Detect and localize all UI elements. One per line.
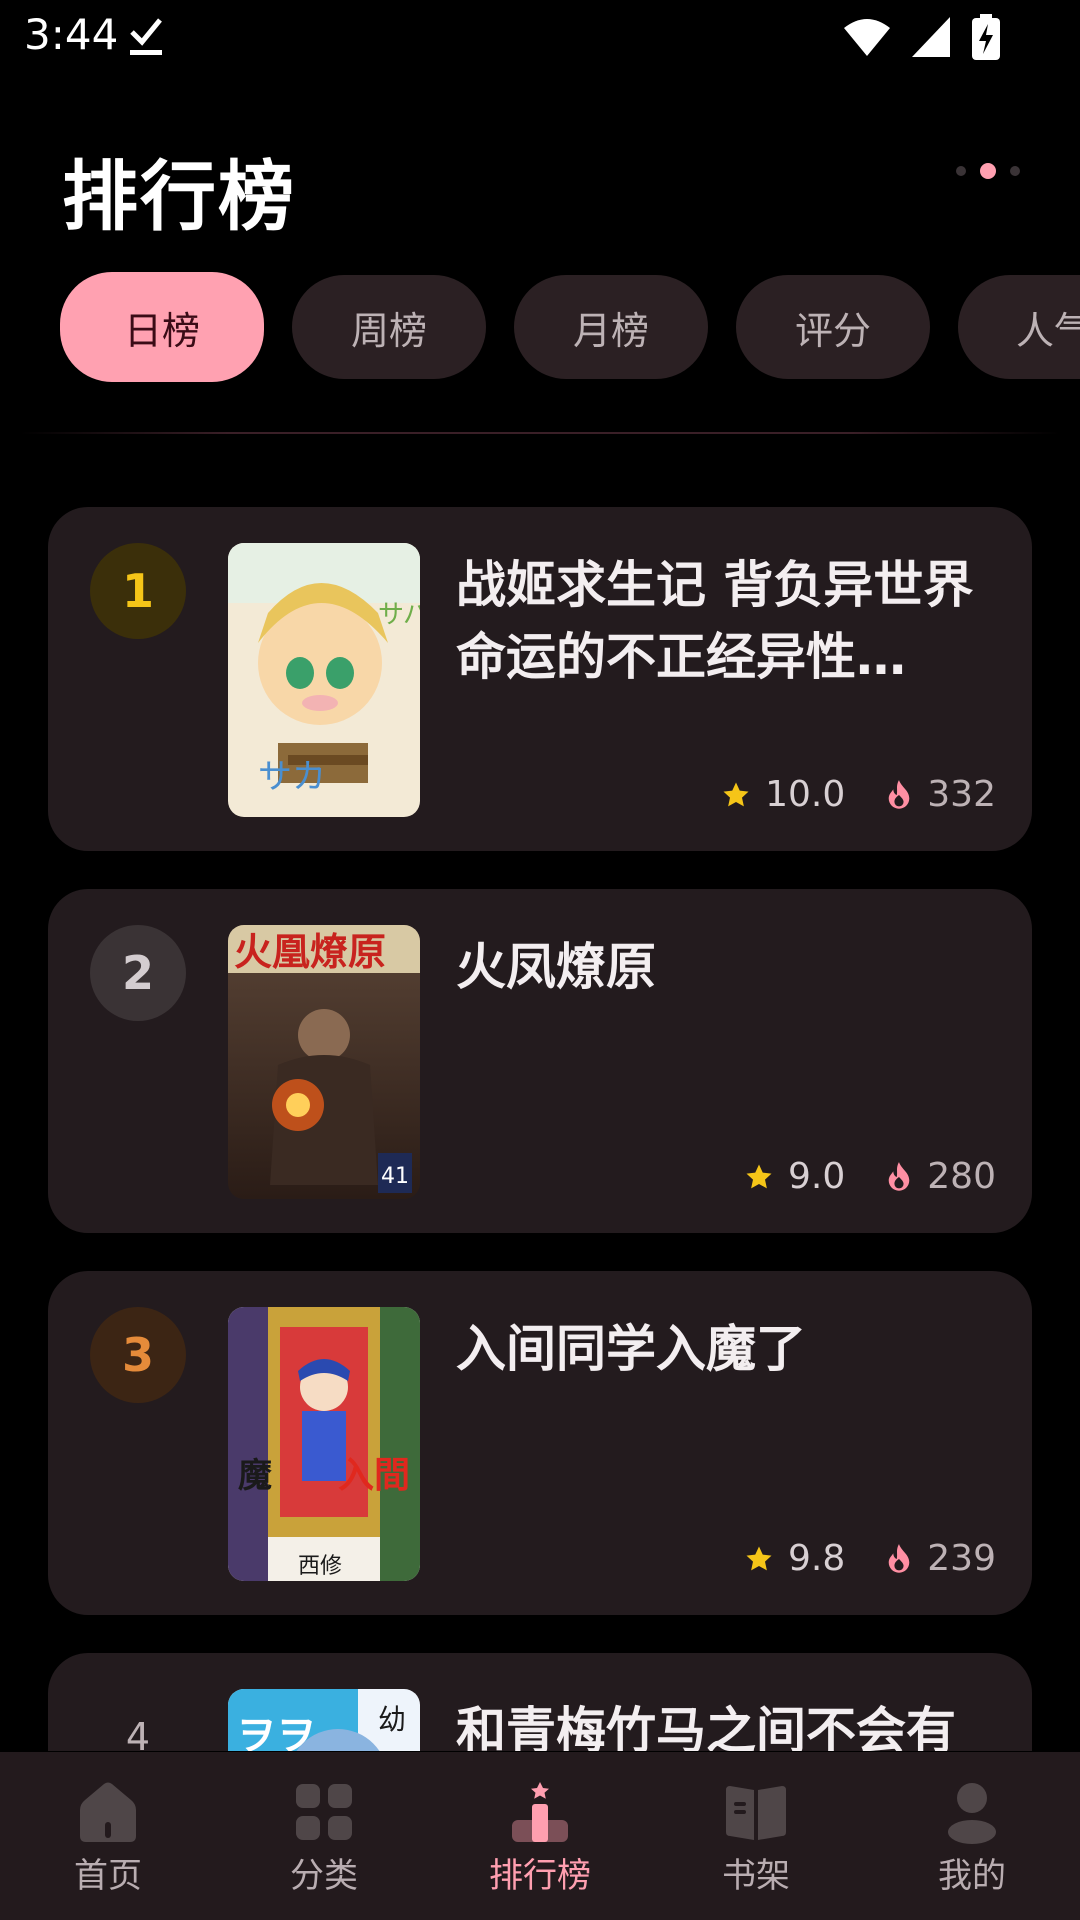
wifi-icon — [844, 19, 890, 56]
comic-cover[interactable]: 魔 入間 西修 — [228, 1307, 420, 1581]
svg-text:火凰燎原: 火凰燎原 — [234, 930, 386, 974]
svg-text:41: 41 — [381, 1164, 409, 1189]
bookshelf-icon — [726, 1786, 786, 1840]
fire-icon — [888, 1161, 910, 1191]
popularity-value: 239 — [927, 1538, 996, 1579]
popularity-value: 332 — [927, 774, 996, 815]
rating: 9.0 — [744, 1156, 845, 1197]
comic-cover[interactable]: ヲヲ 幼 — [228, 1689, 420, 1751]
comic-cover[interactable]: 火凰燎原 41 — [228, 925, 420, 1199]
rank-badge: 1 — [90, 543, 186, 639]
rating: 10.0 — [721, 774, 845, 815]
star-icon — [746, 1164, 772, 1188]
nav-bookshelf[interactable]: 书架 — [648, 1752, 864, 1920]
star-icon — [746, 1546, 772, 1570]
nav-home[interactable]: 首页 — [0, 1752, 216, 1920]
nav-label: 排行榜 — [489, 1856, 591, 1896]
cover-image: ヲヲ 幼 — [228, 1689, 420, 1751]
tab-monthly[interactable]: 月榜 — [514, 275, 708, 379]
ranking-list[interactable]: 1 サバ サカ 战姬求生记 背负异世界命运的不正经异性… 10.0 332 2 … — [48, 507, 1032, 1751]
bottom-navigation: 首页 分类 排行榜 书架 我的 — [0, 1752, 1080, 1920]
page-title: 排行榜 — [62, 152, 296, 241]
popularity: 332 — [885, 774, 996, 815]
svg-text:サカ: サカ — [258, 757, 326, 797]
popularity: 239 — [885, 1538, 996, 1579]
star-icon — [723, 782, 749, 806]
rating-value: 9.0 — [788, 1156, 846, 1197]
rating-value: 10.0 — [765, 774, 846, 815]
comic-stats: 10.0 332 — [721, 774, 996, 815]
nav-profile[interactable]: 我的 — [864, 1752, 1080, 1920]
comic-title: 入间同学入魔了 — [456, 1320, 806, 1378]
comic-cover[interactable]: サバ サカ — [228, 543, 420, 817]
svg-text:西修: 西修 — [298, 1554, 342, 1579]
comic-stats: 9.8 239 — [744, 1538, 996, 1579]
status-icons — [844, 14, 1000, 60]
nav-label: 我的 — [938, 1856, 1006, 1896]
nav-ranking[interactable]: 排行榜 — [432, 1752, 648, 1920]
fire-icon — [888, 1543, 910, 1573]
ranking-tabs: 日榜 周榜 月榜 评分 人气 — [60, 272, 1080, 382]
svg-text:入間: 入間 — [338, 1455, 410, 1496]
rank-badge: 3 — [90, 1307, 186, 1403]
popularity: 280 — [885, 1156, 996, 1197]
rank-badge: 4 — [125, 1715, 151, 1751]
cover-image: サバ サカ — [228, 543, 420, 817]
ranking-card[interactable]: 4 ヲヲ 幼 和青梅竹马之间不会有 — [48, 1653, 1032, 1751]
svg-text:サバ: サバ — [378, 600, 420, 630]
svg-text:魔: 魔 — [238, 1456, 272, 1496]
ranking-card[interactable]: 3 魔 入間 西修 入间同学入魔了 9.8 239 — [48, 1271, 1032, 1615]
tab-rating[interactable]: 评分 — [736, 275, 930, 379]
ranking-card[interactable]: 1 サバ サカ 战姬求生记 背负异世界命运的不正经异性… 10.0 332 — [48, 507, 1032, 851]
page-dot — [956, 166, 966, 176]
battery-charging-icon — [972, 14, 1000, 60]
screen: 3:44 排行榜 日榜 周榜 月榜 评分 人气 1 サバ サカ 战姬求生记 背负… — [0, 0, 1080, 1920]
category-icon — [296, 1784, 352, 1840]
divider — [20, 432, 1060, 434]
rank-badge: 2 — [90, 925, 186, 1021]
fire-icon — [888, 779, 910, 809]
profile-icon — [948, 1783, 996, 1844]
nav-label: 书架 — [722, 1856, 790, 1896]
popularity-value: 280 — [927, 1156, 996, 1197]
cover-image: 魔 入間 西修 — [228, 1307, 420, 1581]
svg-text:幼: 幼 — [378, 1703, 406, 1736]
ranking-icon — [512, 1782, 568, 1842]
signal-icon — [912, 17, 950, 57]
tab-weekly[interactable]: 周榜 — [292, 275, 486, 379]
comic-title: 和青梅竹马之间不会有 — [456, 1702, 956, 1751]
nav-label: 分类 — [290, 1856, 358, 1896]
nav-label: 首页 — [74, 1856, 142, 1896]
cover-image: 火凰燎原 41 — [228, 925, 420, 1199]
comic-stats: 9.0 280 — [744, 1156, 996, 1197]
home-icon — [80, 1782, 136, 1842]
rating: 9.8 — [744, 1538, 845, 1579]
comic-title: 战姬求生记 背负异世界命运的不正经异性… — [456, 556, 974, 686]
page-dot-active — [980, 163, 996, 179]
nav-category[interactable]: 分类 — [216, 1752, 432, 1920]
status-bar: 3:44 — [0, 0, 1080, 72]
download-complete-icon — [130, 18, 162, 55]
rating-value: 9.8 — [788, 1538, 846, 1579]
page-indicator — [956, 163, 1020, 179]
page-dot — [1010, 166, 1020, 176]
status-time: 3:44 — [24, 10, 119, 59]
tab-daily[interactable]: 日榜 — [60, 272, 264, 382]
tab-popularity[interactable]: 人气 — [958, 275, 1080, 379]
ranking-card[interactable]: 2 火凰燎原 41 火凤燎原 9.0 280 — [48, 889, 1032, 1233]
comic-title: 火凤燎原 — [456, 938, 656, 996]
